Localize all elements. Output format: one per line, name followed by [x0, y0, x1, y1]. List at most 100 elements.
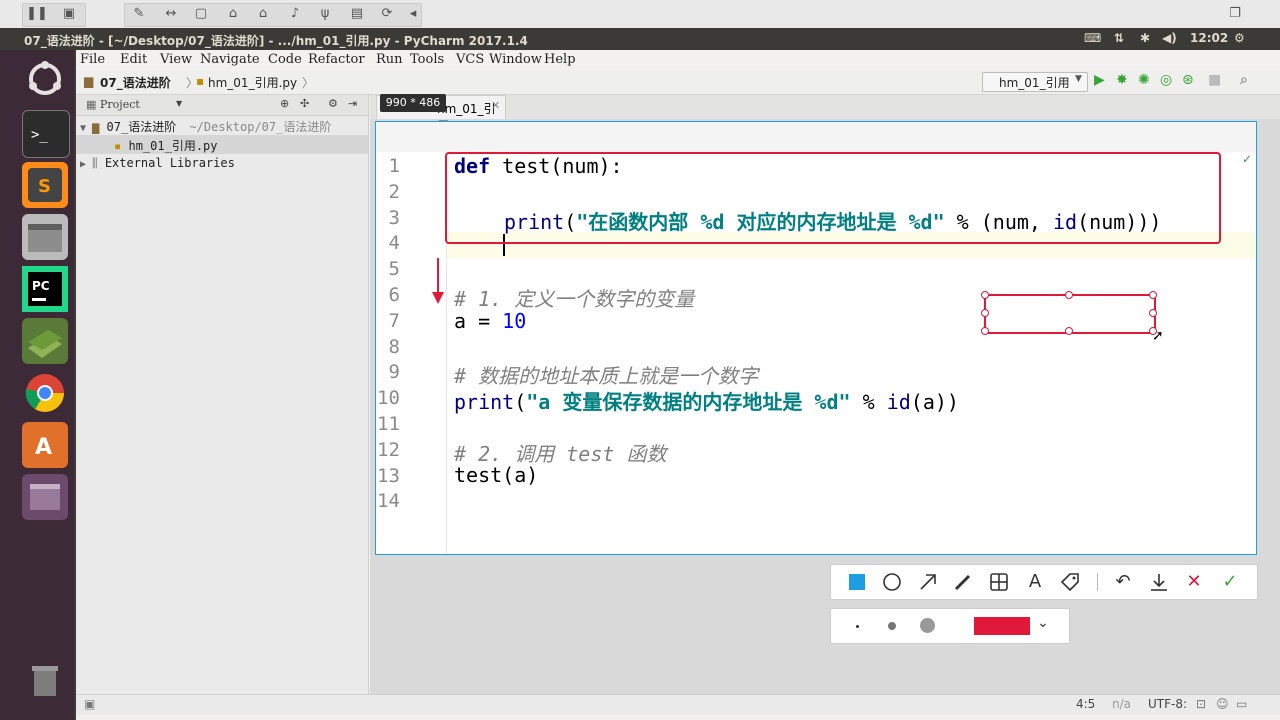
ellipse-tool-icon[interactable] [881, 571, 903, 593]
speaker-icon[interactable]: ◀) [1162, 31, 1177, 45]
code-line-10[interactable]: print("a 变量保存数据的内存地址是 %d" % id(a)) [454, 386, 959, 415]
screen-icon[interactable]: ▢ [190, 4, 212, 24]
resize-handle[interactable] [981, 291, 989, 299]
hide-panel-icon[interactable]: ⇥ [348, 97, 357, 110]
undo-icon[interactable]: ↶ [1112, 571, 1134, 593]
search-icon[interactable]: ⌕ [1240, 72, 1248, 88]
color-dropdown-chevron-icon[interactable]: ⌄ [1037, 615, 1049, 631]
toggle-panels-icon[interactable]: ▣ [84, 697, 95, 711]
resize-handle[interactable] [1065, 291, 1073, 299]
chrome-icon[interactable] [22, 370, 68, 416]
save-icon[interactable]: ▤ [346, 4, 368, 24]
restore-icon[interactable]: ❐ [1224, 4, 1246, 24]
menu-help[interactable]: Help [544, 52, 576, 67]
rectangle-tool-icon[interactable] [846, 571, 868, 593]
software-center-icon[interactable]: A [22, 422, 68, 468]
coverage-icon[interactable]: ✺ [1138, 72, 1150, 88]
inspector-icon[interactable]: ☺ [1216, 697, 1229, 711]
tree-root[interactable]: ▼ ▆ 07_语法进阶 ~/Desktop/07_语法进阶 [80, 118, 331, 135]
readonly-lock-icon[interactable]: ⊡ [1196, 697, 1206, 711]
confirm-check-icon[interactable]: ✓ [1219, 571, 1241, 593]
keyboard-icon[interactable]: ⌨ [1084, 31, 1101, 45]
tag-tool-icon[interactable] [1059, 571, 1081, 593]
books-icon[interactable] [22, 318, 68, 364]
collapse-all-icon[interactable]: ✣ [300, 97, 309, 110]
resize-handle[interactable] [1065, 327, 1073, 335]
resize-handle[interactable] [1149, 291, 1157, 299]
download-icon[interactable] [1148, 571, 1170, 593]
menu-code[interactable]: Code [268, 52, 302, 67]
network-icon[interactable]: ⇅ [1114, 31, 1124, 45]
lock2-icon[interactable]: ⌂ [252, 4, 274, 24]
size-medium-dot[interactable] [888, 622, 896, 630]
breadcrumb-file[interactable]: hm_01_引用.py [208, 74, 297, 91]
menu-file[interactable]: File [80, 52, 105, 67]
collapse-icon[interactable]: ◂ [402, 4, 424, 24]
project-header-label[interactable]: Project [100, 98, 140, 111]
concurrency-icon[interactable]: ⊛ [1182, 72, 1194, 88]
wrench-icon[interactable]: ✎ [128, 4, 150, 24]
refresh-icon[interactable]: ⟳ [376, 4, 398, 24]
menu-run[interactable]: Run [376, 52, 403, 67]
ubuntu-logo-icon[interactable] [22, 56, 68, 102]
breadcrumb-project[interactable]: 07_语法进阶 [100, 74, 171, 91]
pen-tool-icon[interactable] [952, 571, 974, 593]
run-icon[interactable]: ▶ [1094, 72, 1105, 88]
lock-icon[interactable]: ⌂ [222, 4, 244, 24]
project-dropdown-chevron-icon[interactable]: ▼ [176, 99, 182, 108]
code-line-6[interactable]: # 1. 定义一个数字的变量 [454, 283, 694, 312]
resize-handle[interactable] [981, 309, 989, 317]
usb-icon[interactable]: ψ [314, 4, 336, 24]
tree-external-label: External Libraries [104, 156, 235, 170]
stop-icon[interactable]: ■ [1208, 72, 1221, 88]
menu-vcs[interactable]: VCS [456, 52, 484, 67]
profile-icon[interactable]: ◎ [1160, 72, 1172, 88]
clock[interactable]: 12:02 [1190, 31, 1228, 45]
menu-tools[interactable]: Tools [410, 52, 444, 67]
panel-settings-gear-icon[interactable]: ⚙ [328, 97, 338, 110]
line-separator[interactable]: n/a [1112, 697, 1131, 711]
code-editor[interactable]: 1 2 3 4 5 6 7 8 9 10 11 12 13 14 def test(num): print… [375, 121, 1257, 555]
code-line-7[interactable]: a = 10 [454, 309, 526, 333]
sublime-icon[interactable]: S [22, 162, 68, 208]
text-tool-icon[interactable]: A [1024, 571, 1046, 593]
chevron-down-icon: ▼ [1075, 74, 1082, 84]
close-icon[interactable]: ✕ [1183, 571, 1205, 593]
file-encoding[interactable]: UTF-8: [1148, 697, 1187, 711]
arrow-tool-icon[interactable] [917, 571, 939, 593]
tree-file[interactable]: ▪ hm_01_引用.py [114, 137, 218, 154]
workspace-icon[interactable] [22, 474, 68, 520]
size-large-dot[interactable] [920, 618, 935, 633]
tree-external-libraries[interactable]: ▶ ⫼ External Libraries [80, 156, 235, 171]
number-literal: 10 [502, 309, 527, 333]
resize-handle[interactable] [1149, 309, 1157, 317]
tab-close-icon[interactable]: ✕ [491, 99, 500, 112]
color-swatch[interactable] [974, 617, 1030, 635]
pause-icon[interactable]: ❚❚ [26, 4, 48, 24]
code-line-9[interactable]: # 数据的地址本质上就是一个数字 [454, 360, 758, 389]
menu-navigate[interactable]: Navigate [200, 52, 260, 67]
resize-handle[interactable] [981, 327, 989, 335]
cursor-position[interactable]: 4:5 [1076, 697, 1095, 711]
trash-icon[interactable] [22, 656, 68, 702]
menu-edit[interactable]: Edit [120, 52, 147, 67]
pycharm-icon[interactable]: PC [22, 266, 68, 312]
code-line-13[interactable]: test(a) [454, 463, 538, 487]
record-icon[interactable]: ▣ [58, 4, 80, 24]
menu-view[interactable]: View [160, 52, 192, 67]
size-small-dot[interactable] [856, 625, 859, 628]
debug-icon[interactable]: ✸ [1116, 72, 1128, 88]
event-log-icon[interactable]: ▭ [1236, 697, 1247, 711]
bluetooth-icon[interactable]: ✱ [1140, 31, 1150, 45]
terminal-icon[interactable]: >_ [22, 110, 70, 158]
file-manager-icon[interactable] [22, 214, 68, 260]
menu-window[interactable]: Window [489, 52, 542, 67]
mosaic-tool-icon[interactable] [988, 571, 1010, 593]
line-number: 4 [388, 232, 400, 255]
menu-refactor[interactable]: Refactor [308, 52, 365, 67]
sync-icon[interactable]: ⊕ [280, 97, 289, 110]
run-config-select[interactable]: hm_01_引用 ▼ [982, 72, 1088, 92]
volume-icon[interactable]: ♪ [284, 4, 306, 24]
settings-gear-icon[interactable]: ⚙ [1234, 31, 1245, 45]
resize-icon[interactable]: ↔ [160, 4, 182, 24]
